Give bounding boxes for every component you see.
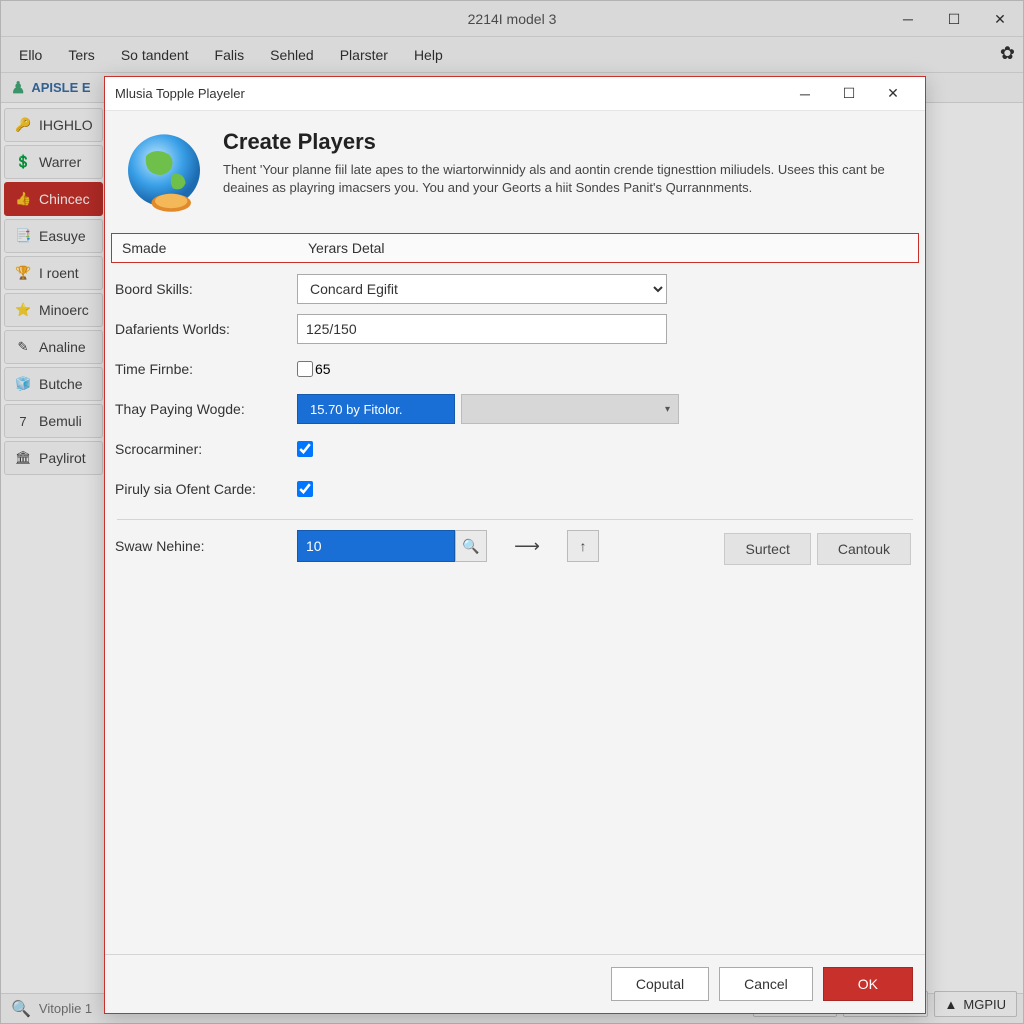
button-coputal[interactable]: Coputal bbox=[611, 967, 709, 1001]
dialog-footer: Coputal Cancel OK bbox=[105, 954, 925, 1013]
row-piruly: Piruly sia Ofent Carde: bbox=[111, 469, 919, 509]
form-area: Boord Skills: Concard Egifit Dafarients … bbox=[105, 263, 925, 566]
mid-actions: Surtect Cantouk bbox=[724, 533, 911, 565]
dialog-window-controls: ─ ☐ ✕ bbox=[783, 78, 915, 110]
button-surtect[interactable]: Surtect bbox=[724, 533, 810, 565]
section-header: Smade Yerars Detal bbox=[111, 233, 919, 263]
row-scrocarminer: Scrocarminer: bbox=[111, 429, 919, 469]
checkbox-time-firmbe[interactable] bbox=[297, 361, 313, 377]
create-players-dialog: Mlusia Topple Playeler ─ ☐ ✕ bbox=[104, 76, 926, 1014]
checkbox-piruly[interactable] bbox=[297, 481, 313, 497]
button-cancel[interactable]: Cancel bbox=[719, 967, 813, 1001]
label-thay-paying: Thay Paying Wogde: bbox=[111, 401, 297, 417]
section-col-yerars: Yerars Detal bbox=[298, 240, 395, 256]
button-cantouk[interactable]: Cantouk bbox=[817, 533, 911, 565]
up-button[interactable]: ↑ bbox=[567, 530, 599, 562]
checkbox-scrocarminer[interactable] bbox=[297, 441, 313, 457]
button-thay-paying[interactable]: 15.70 by Fitolor. bbox=[297, 394, 455, 424]
row-thay-paying: Thay Paying Wogde: 15.70 by Fitolor. bbox=[111, 389, 919, 429]
button-ok[interactable]: OK bbox=[823, 967, 913, 1001]
dialog-minimize-button[interactable]: ─ bbox=[783, 78, 827, 110]
search-button[interactable]: 🔍 bbox=[455, 530, 487, 562]
label-piruly: Piruly sia Ofent Carde: bbox=[111, 481, 297, 497]
chevron-up-icon: ↑ bbox=[580, 538, 587, 554]
dialog-header-text: Create Players Thent 'Your planne fiil l… bbox=[223, 129, 905, 219]
divider bbox=[117, 519, 913, 520]
dialog-title: Mlusia Topple Playeler bbox=[115, 86, 783, 101]
input-swaw-nehine[interactable] bbox=[297, 530, 455, 562]
dialog-titlebar[interactable]: Mlusia Topple Playeler ─ ☐ ✕ bbox=[105, 77, 925, 111]
globe-icon bbox=[119, 129, 209, 219]
row-time-firmbe: Time Firnbe: 65 bbox=[111, 349, 919, 389]
dialog-close-button[interactable]: ✕ bbox=[871, 78, 915, 110]
select-board-skills[interactable]: Concard Egifit bbox=[297, 274, 667, 304]
dialog-description: Thent 'Your planne fiil late apes to the… bbox=[223, 161, 905, 197]
dialog-heading: Create Players bbox=[223, 129, 905, 155]
label-scrocarminer: Scrocarminer: bbox=[111, 441, 297, 457]
arrow-right-icon: ⟶ bbox=[487, 530, 567, 562]
combo-thay-paying[interactable] bbox=[461, 394, 679, 424]
text-time-firmbe: 65 bbox=[315, 361, 331, 377]
magnifier-icon: 🔍 bbox=[462, 538, 479, 555]
label-swaw-nehine: Swaw Nehine: bbox=[111, 538, 297, 554]
dialog-maximize-button[interactable]: ☐ bbox=[827, 78, 871, 110]
label-dafarients-worlds: Dafarients Worlds: bbox=[111, 321, 297, 337]
row-board-skills: Boord Skills: Concard Egifit bbox=[111, 269, 919, 309]
label-time-firmbe: Time Firnbe: bbox=[111, 361, 297, 377]
label-board-skills: Boord Skills: bbox=[111, 281, 297, 297]
button-thay-paying-label: 15.70 by Fitolor. bbox=[310, 402, 403, 417]
section-col-smade: Smade bbox=[112, 240, 298, 256]
input-dafarients-worlds[interactable] bbox=[297, 314, 667, 344]
dialog-header: Create Players Thent 'Your planne fiil l… bbox=[105, 111, 925, 233]
row-dafarients-worlds: Dafarients Worlds: bbox=[111, 309, 919, 349]
